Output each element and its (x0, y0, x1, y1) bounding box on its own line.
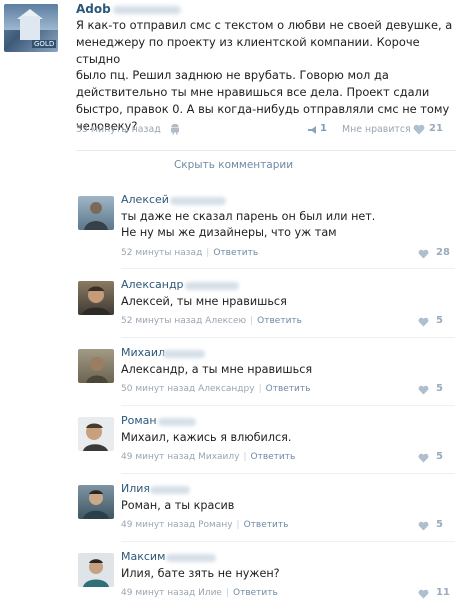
comment-divider (121, 268, 455, 269)
reply-to[interactable]: Михаилу (198, 452, 239, 462)
android-icon (171, 124, 179, 135)
person-icon (83, 490, 109, 519)
commenter-avatar[interactable] (78, 349, 114, 383)
separator: | (250, 316, 254, 326)
reply-button[interactable]: Ответить (266, 384, 311, 394)
commenter-avatar[interactable] (78, 485, 114, 519)
like-count: 21 (429, 123, 443, 134)
reply-button[interactable]: Ответить (244, 520, 289, 530)
comment-time[interactable]: 52 минуты назад (121, 248, 202, 258)
comment-time[interactable]: 50 минут назад (121, 384, 195, 394)
heart-icon[interactable] (413, 124, 425, 135)
heart-icon[interactable] (418, 589, 429, 599)
person-icon (83, 559, 109, 587)
avatar-castle (20, 16, 40, 40)
person-icon (86, 357, 108, 383)
comment-like-count: 11 (436, 587, 450, 598)
commenter-name[interactable]: Михаил (121, 346, 165, 359)
separator: | (258, 384, 262, 394)
comment: Алексей ты даже не сказал парень он был … (0, 188, 467, 269)
megaphone-icon[interactable] (307, 125, 317, 135)
commenter-name[interactable]: Алексей (121, 193, 169, 206)
commenter-name[interactable]: Роман (121, 414, 157, 427)
comment-divider (121, 541, 455, 542)
comment-meta: 50 минут назад Александру | Ответить (121, 384, 310, 394)
redacted-author-surname (113, 6, 181, 14)
separator: | (243, 452, 247, 462)
reply-to[interactable]: Роману (198, 520, 232, 530)
comment-meta: 49 минут назад Михаилу | Ответить (121, 452, 295, 462)
reply-button[interactable]: Ответить (213, 248, 258, 258)
comment-like-count: 28 (436, 247, 450, 258)
post-time[interactable]: 53 минуты назад (76, 124, 161, 135)
reply-to[interactable]: Александру (198, 384, 255, 394)
reply-to[interactable]: Илие (198, 588, 222, 598)
comment-like-count: 5 (436, 383, 443, 394)
reply-button[interactable]: Ответить (257, 316, 302, 326)
comment-time[interactable]: 49 минут назад (121, 588, 195, 598)
comment-time[interactable]: 52 минуты назад (121, 316, 202, 326)
comment-time[interactable]: 49 минут назад (121, 452, 195, 462)
heart-icon[interactable] (418, 453, 429, 463)
heart-icon[interactable] (418, 521, 429, 531)
comment-text: Роман, а ты красив (121, 499, 235, 512)
commenter-name[interactable]: Александр (121, 278, 184, 291)
comment-divider (121, 405, 455, 406)
comment-meta: 49 минут назад Роману | Ответить (121, 520, 288, 530)
commenter-name[interactable]: Илия (121, 482, 150, 495)
comment-text: Алексей, ты мне нравишься (121, 295, 287, 308)
comment-divider (121, 337, 455, 338)
heart-icon[interactable] (418, 317, 429, 327)
person-icon (83, 423, 108, 451)
person-icon (84, 202, 108, 230)
comment-meta: 52 минуты назад Алексею | Ответить (121, 316, 302, 326)
toggle-comments: Скрыть комментарии (0, 159, 467, 171)
redacted-surname (185, 282, 239, 290)
comment: Роман Михаил, кажись я влюбился. 49 мину… (0, 409, 467, 479)
like-label[interactable]: Мне нравится (342, 124, 411, 135)
comment-text: ты даже не сказал парень он был или нет.… (121, 210, 376, 239)
separator: | (236, 520, 240, 530)
comment-like-count: 5 (436, 315, 443, 326)
comment-like-count: 5 (436, 451, 443, 462)
post: GOLD Adob Я как-то отправил смс с тексто… (0, 0, 467, 150)
redacted-surname (158, 418, 196, 426)
comment-meta: 49 минут назад Илие | Ответить (121, 588, 278, 598)
commenter-avatar[interactable] (78, 281, 114, 315)
reply-to[interactable]: Алексею (205, 316, 246, 326)
heart-icon[interactable] (418, 249, 429, 259)
comment-text: Михаил, кажись я влюбился. (121, 431, 292, 444)
post-text: Я как-то отправил смс с текстом о любви … (76, 18, 453, 133)
comment: Максим Илия, бате зять не нужен? 49 мину… (0, 545, 467, 615)
author-avatar[interactable]: GOLD (4, 4, 58, 52)
comment-text: Илия, бате зять не нужен? (121, 567, 280, 580)
comment: Александр Алексей, ты мне нравишься 52 м… (0, 273, 467, 343)
commenter-name[interactable]: Максим (121, 550, 165, 563)
reply-button[interactable]: Ответить (233, 588, 278, 598)
comment-meta: 52 минуты назад | Ответить (121, 248, 258, 258)
comment-text: Александр, а ты мне нравишься (121, 363, 313, 376)
reply-button[interactable]: Ответить (251, 452, 296, 462)
share-count: 1 (320, 123, 327, 134)
avatar-tag: GOLD (32, 40, 57, 48)
redacted-surname (170, 197, 226, 205)
comment-time[interactable]: 49 минут назад (121, 520, 195, 530)
comment-divider (121, 473, 455, 474)
comment: Илия Роман, а ты красив 49 минут назад Р… (0, 477, 467, 547)
commenter-avatar[interactable] (78, 553, 114, 587)
separator: | (225, 588, 229, 598)
comment: Михаил Александр, а ты мне нравишься 50 … (0, 341, 467, 411)
hide-comments-link[interactable]: Скрыть комментарии (174, 159, 293, 171)
divider (76, 150, 456, 151)
comment-like-count: 5 (436, 519, 443, 530)
commenter-avatar[interactable] (78, 417, 114, 451)
post-author-name[interactable]: Adob (76, 2, 111, 16)
heart-icon[interactable] (418, 385, 429, 395)
commenter-avatar[interactable] (78, 196, 114, 230)
person-icon (82, 286, 110, 315)
redacted-surname (166, 554, 216, 562)
separator: | (206, 248, 210, 258)
redacted-surname (150, 486, 190, 494)
redacted-surname (163, 350, 205, 358)
